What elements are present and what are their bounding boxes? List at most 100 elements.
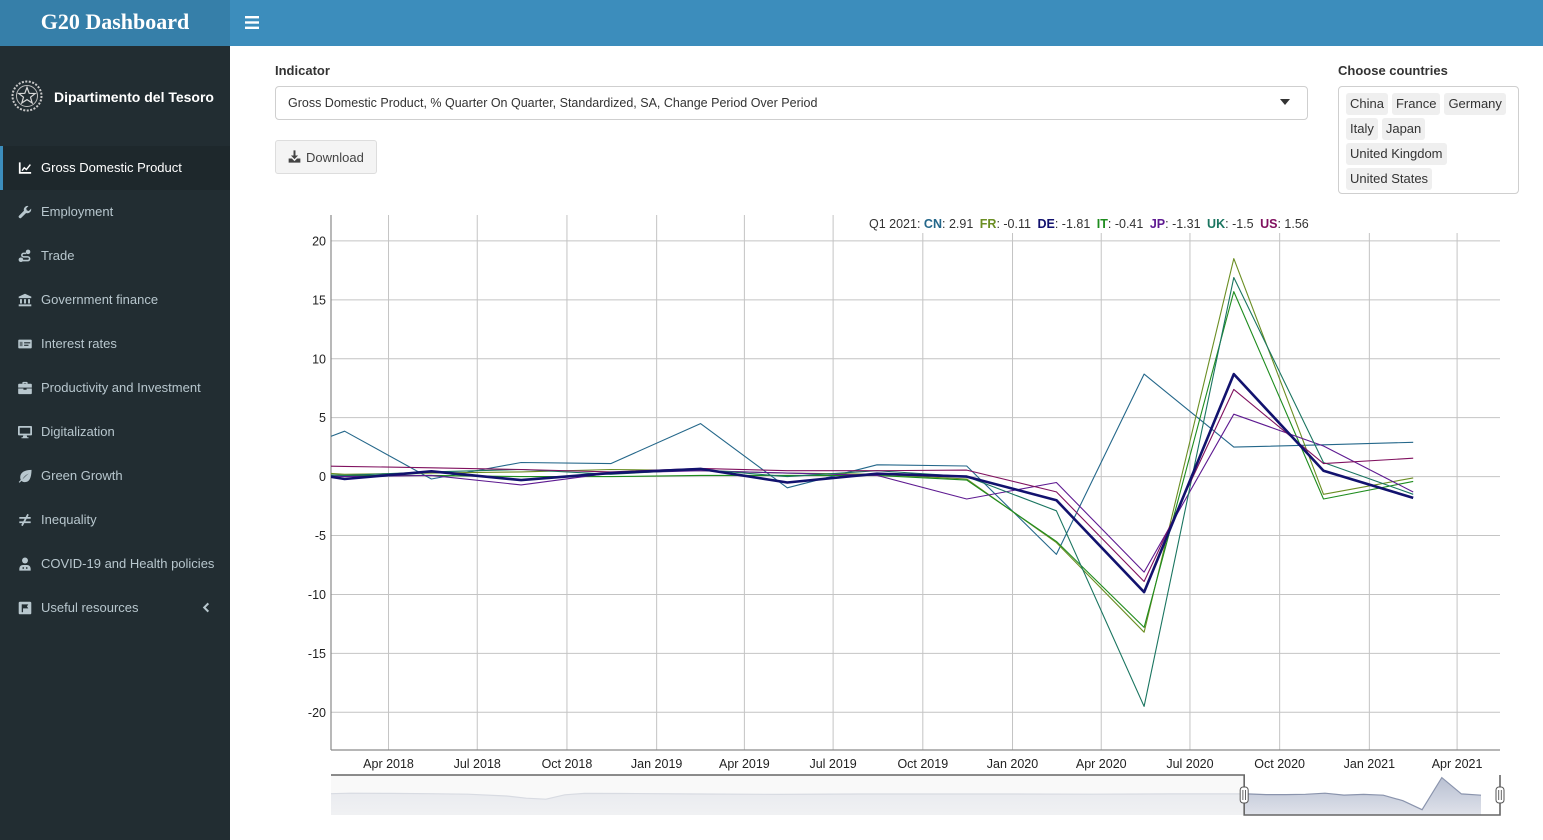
sidebar-item-inequality[interactable]: Inequality <box>0 498 230 542</box>
sidebar-item-label: Useful resources <box>41 600 139 615</box>
x-tick-label: Jan 2021 <box>1344 757 1395 771</box>
indicator-selected-value: Gross Domestic Product, % Quarter On Qua… <box>288 96 818 110</box>
choose-countries-label: Choose countries <box>1338 63 1448 78</box>
app-title[interactable]: G20 Dashboard <box>0 0 230 46</box>
country-chip[interactable]: United States <box>1346 168 1433 190</box>
legend-value: -1.31 <box>1172 217 1201 231</box>
desktop-icon <box>18 425 32 439</box>
range-selector[interactable] <box>330 774 1505 816</box>
legend-item-fr: FR-0.11 <box>980 217 1031 231</box>
legend-value: -0.11 <box>1003 217 1031 231</box>
y-tick-label: -15 <box>308 647 326 661</box>
grid <box>331 215 1500 750</box>
series-line-jp[interactable] <box>300 413 1414 573</box>
y-tick-label: -5 <box>315 529 326 543</box>
country-chip[interactable]: Japan <box>1381 118 1426 140</box>
legend-label: IT <box>1097 217 1115 231</box>
y-tick-label: -10 <box>308 588 326 602</box>
briefcase-icon <box>18 381 32 395</box>
sidebar-item-green-growth[interactable]: Green Growth <box>0 454 230 498</box>
route-icon <box>18 249 32 263</box>
legend-value: 2.91 <box>948 217 974 231</box>
legend-label: JP <box>1150 217 1172 231</box>
emblem-icon <box>11 80 43 112</box>
range-handle-left[interactable] <box>1239 786 1249 804</box>
y-tick-label: 0 <box>319 470 326 484</box>
legend-item-jp: JP-1.31 <box>1150 217 1201 231</box>
sidebar-item-label: Green Growth <box>41 468 123 483</box>
sidebar-brand: Dipartimento del Tesoro <box>0 76 230 120</box>
country-chip[interactable]: Italy <box>1346 118 1378 140</box>
landmark-icon <box>18 293 32 307</box>
sidebar-toggle-button[interactable] <box>238 8 266 36</box>
money-check-icon <box>18 337 32 351</box>
legend-item-us: US1.56 <box>1260 217 1309 231</box>
x-tick-label: Apr 2020 <box>1076 757 1127 771</box>
download-label: Download <box>306 150 364 165</box>
sidebar-item-productivity-and-investment[interactable]: Productivity and Investment <box>0 366 230 410</box>
sidebar-item-label: COVID-19 and Health policies <box>41 556 215 571</box>
range-unselected-overlay[interactable] <box>331 775 1245 815</box>
download-button[interactable]: Download <box>275 140 377 174</box>
y-tick-label: 5 <box>319 411 326 425</box>
indicator-select[interactable]: Gross Domestic Product, % Quarter On Qua… <box>275 86 1308 120</box>
x-tick-label: Jul 2018 <box>454 757 501 771</box>
legend-label: UK <box>1207 217 1232 231</box>
series-line-it[interactable] <box>300 291 1414 628</box>
x-tick-label: Apr 2018 <box>363 757 414 771</box>
y-tick-label: 15 <box>312 293 326 307</box>
country-chip[interactable]: United Kingdom <box>1346 143 1447 165</box>
sidebar-item-label: Employment <box>41 204 114 219</box>
chevron-left-icon[interactable] <box>201 602 212 613</box>
legend-item-cn: CN2.91 <box>924 217 973 231</box>
series-line-de[interactable] <box>300 372 1414 594</box>
series-line-fr[interactable] <box>300 258 1414 633</box>
legend-item-it: IT-0.41 <box>1097 217 1144 231</box>
legend-item-de: DE-1.81 <box>1037 217 1090 231</box>
country-chip[interactable]: China <box>1346 93 1388 115</box>
leaf-icon <box>18 469 32 483</box>
x-tick-label: Jan 2020 <box>987 757 1038 771</box>
chart-canvas[interactable]: -20 -15 -10 -5 0 5 10 15 20 Apr 2018 Jul 2018 Oct 2… <box>300 205 1543 840</box>
range-handle-right[interactable] <box>1495 786 1505 804</box>
sidebar-item-employment[interactable]: Employment <box>0 190 230 234</box>
bars-icon <box>245 15 259 29</box>
countries-multiselect[interactable]: China France Germany Italy Japan United … <box>1338 86 1519 194</box>
sidebar-item-trade[interactable]: Trade <box>0 234 230 278</box>
sidebar-item-covid-19-and-health-policies[interactable]: COVID-19 and Health policies <box>0 542 230 586</box>
series-line-cn[interactable] <box>300 373 1414 555</box>
sidebar-item-government-finance[interactable]: Government finance <box>0 278 230 322</box>
series-line-uk[interactable] <box>300 276 1414 707</box>
legend-label: DE <box>1037 217 1061 231</box>
gdp-chart[interactable]: -20 -15 -10 -5 0 5 10 15 20 Apr 2018 Jul 2018 Oct 2… <box>300 205 1543 840</box>
x-tick-label: Jul 2020 <box>1166 757 1213 771</box>
sidebar-item-useful-resources[interactable]: Useful resources <box>0 586 230 630</box>
caret-down-icon <box>1280 99 1290 105</box>
top-header: G20 Dashboard <box>0 0 1543 46</box>
legend-period: Q1 2021 <box>869 217 924 231</box>
chart-line-icon <box>18 161 32 175</box>
chart-legend: Q1 2021 CN2.91 FR-0.11 DE-1.81 IT-0.41 J… <box>865 215 1500 233</box>
sidebar-item-interest-rates[interactable]: Interest rates <box>0 322 230 366</box>
country-chip[interactable]: France <box>1391 93 1441 115</box>
legend-value: -0.41 <box>1114 217 1144 231</box>
legend-item-uk: UK-1.5 <box>1207 217 1254 231</box>
sidebar-item-gross-domestic-product[interactable]: Gross Domestic Product <box>0 146 230 190</box>
legend-value: -1.81 <box>1061 217 1091 231</box>
legend-label: CN <box>924 217 949 231</box>
x-tick-label: Oct 2019 <box>897 757 948 771</box>
sidebar-item-label: Inequality <box>41 512 97 527</box>
not-equal-icon <box>18 513 32 527</box>
sidebar-item-digitalization[interactable]: Digitalization <box>0 410 230 454</box>
x-tick-label: Oct 2020 <box>1254 757 1305 771</box>
x-tick-label: Jan 2019 <box>631 757 682 771</box>
x-tick-label: Oct 2018 <box>542 757 593 771</box>
sidebar-item-label: Digitalization <box>41 424 115 439</box>
country-chip[interactable]: Germany <box>1444 93 1506 115</box>
y-tick-label: -20 <box>308 706 326 720</box>
brand-name: Dipartimento del Tesoro <box>54 89 214 105</box>
y-tick-label: 20 <box>312 234 326 248</box>
sidebar-item-label: Trade <box>41 248 75 263</box>
x-tick-label: Jul 2019 <box>809 757 856 771</box>
flag-square-icon <box>18 601 32 615</box>
